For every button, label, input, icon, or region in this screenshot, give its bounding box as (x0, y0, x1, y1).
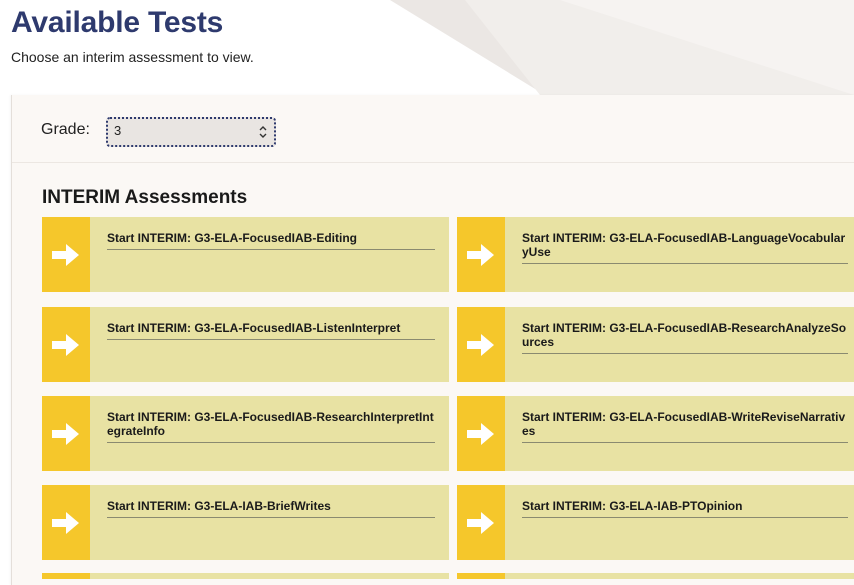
arrow-right-icon (457, 485, 505, 560)
arrow-right-icon (42, 307, 90, 382)
test-link[interactable]: Start INTERIM: G3-ELA-FocusedIAB-Researc… (107, 410, 435, 443)
arrow-box-partial (457, 573, 505, 579)
test-card-partial[interactable] (457, 573, 854, 579)
arrow-right-icon (457, 396, 505, 471)
test-link[interactable]: Start INTERIM: G3-ELA-FocusedIAB-Researc… (522, 321, 848, 354)
arrow-box-partial (42, 573, 90, 579)
test-card-listen-interpret[interactable]: Start INTERIM: G3-ELA-FocusedIAB-ListenI… (42, 307, 449, 382)
grade-row: Grade: 3 (12, 95, 854, 163)
test-link[interactable]: Start INTERIM: G3-ELA-IAB-PTOpinion (522, 499, 848, 518)
test-card-editing[interactable]: Start INTERIM: G3-ELA-FocusedIAB-Editing (42, 217, 449, 292)
test-link[interactable]: Start INTERIM: G3-ELA-FocusedIAB-Languag… (522, 231, 848, 264)
test-link[interactable]: Start INTERIM: G3-ELA-FocusedIAB-ListenI… (107, 321, 435, 340)
page-subtitle: Choose an interim assessment to view. (11, 49, 254, 65)
grade-label: Grade: (41, 121, 90, 138)
tests-panel: Grade: 3 INTERIM Assessments Start INTER… (11, 95, 854, 585)
test-link[interactable]: Start INTERIM: G3-ELA-FocusedIAB-WriteRe… (522, 410, 848, 443)
test-card-research-interpret-integrate-info[interactable]: Start INTERIM: G3-ELA-FocusedIAB-Researc… (42, 396, 449, 471)
section-title: INTERIM Assessments (42, 187, 248, 208)
chevron-updown-icon (259, 126, 267, 138)
grade-select-value: 3 (114, 123, 122, 138)
test-link[interactable]: Start INTERIM: G3-ELA-FocusedIAB-Editing (107, 231, 435, 250)
test-card-pt-opinion[interactable]: Start INTERIM: G3-ELA-IAB-PTOpinion (457, 485, 854, 560)
test-card-partial[interactable] (42, 573, 449, 579)
arrow-right-icon (42, 396, 90, 471)
test-card-brief-writes[interactable]: Start INTERIM: G3-ELA-IAB-BriefWrites (42, 485, 449, 560)
page-title: Available Tests (11, 6, 224, 39)
arrow-right-icon (42, 217, 90, 292)
arrow-right-icon (42, 485, 90, 560)
test-card-language-vocabulary-use[interactable]: Start INTERIM: G3-ELA-FocusedIAB-Languag… (457, 217, 854, 292)
test-link[interactable]: Start INTERIM: G3-ELA-IAB-BriefWrites (107, 499, 435, 518)
test-card-research-analyze-sources[interactable]: Start INTERIM: G3-ELA-FocusedIAB-Researc… (457, 307, 854, 382)
page-header: Available Tests Choose an interim assess… (11, 6, 254, 65)
test-card-write-revise-narratives[interactable]: Start INTERIM: G3-ELA-FocusedIAB-WriteRe… (457, 396, 854, 471)
grade-select[interactable]: 3 (106, 117, 276, 147)
arrow-right-icon (457, 307, 505, 382)
arrow-right-icon (457, 217, 505, 292)
